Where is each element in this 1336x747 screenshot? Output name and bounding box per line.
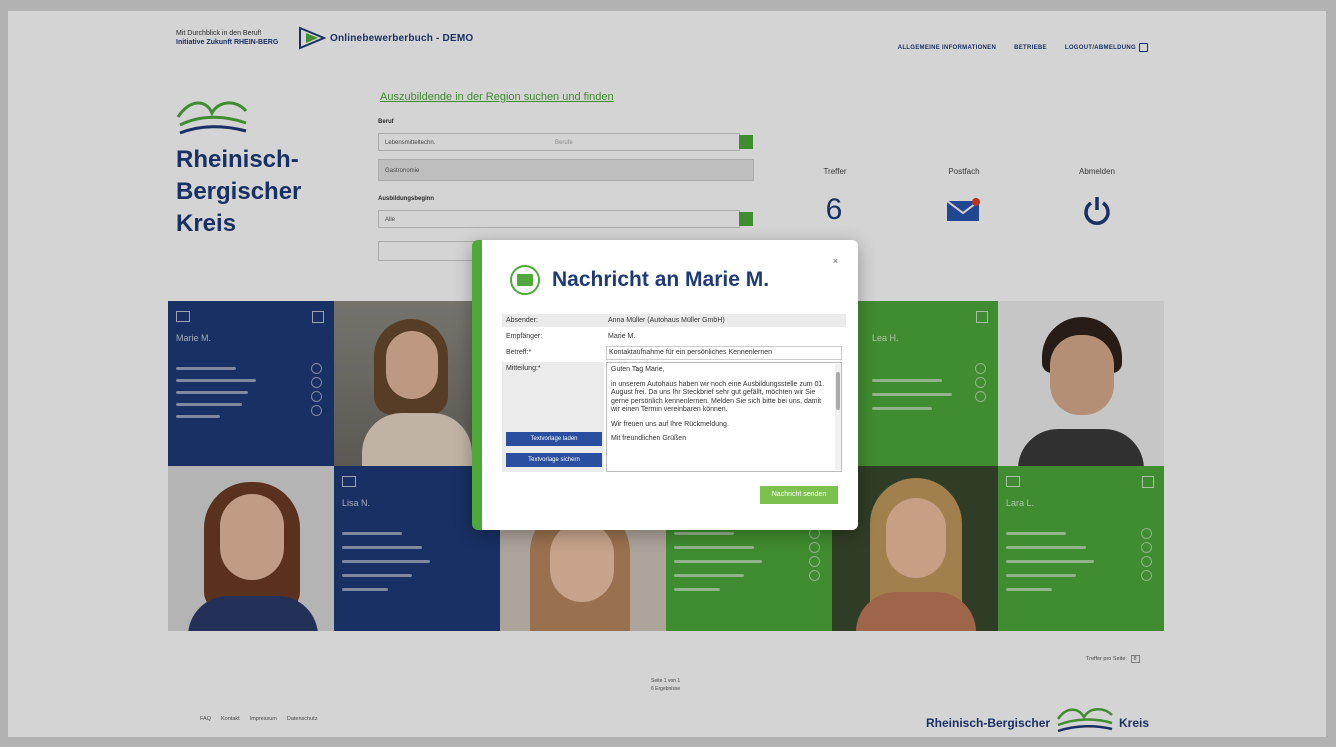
message-textarea[interactable]: Guten Tag Marie, in unserem Autohaus hab… — [606, 362, 842, 472]
template-load-button[interactable]: Textvorlage laden — [506, 432, 602, 446]
message-body: in unserem Autohaus haben wir noch eine … — [611, 380, 825, 414]
betreff-label: Betreff:* — [506, 349, 532, 356]
absender-row: Absender: Anna Müller (Autohaus Müller G… — [502, 314, 846, 327]
scrollbar-thumb[interactable] — [836, 372, 840, 410]
envelope-icon — [510, 265, 540, 295]
absender-label: Absender: — [506, 317, 538, 324]
message-modal: × Nachricht an Marie M. Absender: Anna M… — [472, 240, 858, 530]
message-scrollbar[interactable] — [835, 364, 841, 470]
message-signoff: Mit freundlichen Grüßen — [611, 435, 687, 442]
betreff-input[interactable]: Kontaktaufnahme für ein persönliches Ken… — [606, 346, 842, 360]
empfaenger-value: Marie M. — [608, 333, 636, 340]
template-save-button[interactable]: Textvorlage sichern — [506, 453, 602, 467]
message-closing: Wir freuen uns auf Ihre Rückmeldung. — [611, 420, 729, 428]
send-message-button[interactable]: Nachricht senden — [760, 486, 838, 504]
mitteilung-label: Mitteilung:* — [506, 365, 541, 372]
message-greeting: Guten Tag Marie, — [611, 366, 665, 373]
close-icon[interactable]: × — [833, 256, 838, 266]
modal-title: Nachricht an Marie M. — [552, 268, 770, 291]
betreff-row: Betreff:* Kontaktaufnahme für ein persön… — [502, 346, 846, 360]
empfaenger-label: Empfänger: — [506, 333, 543, 340]
empfaenger-row: Empfänger: Marie M. — [502, 330, 846, 343]
absender-value: Anna Müller (Autohaus Müller GmbH) — [608, 317, 725, 324]
